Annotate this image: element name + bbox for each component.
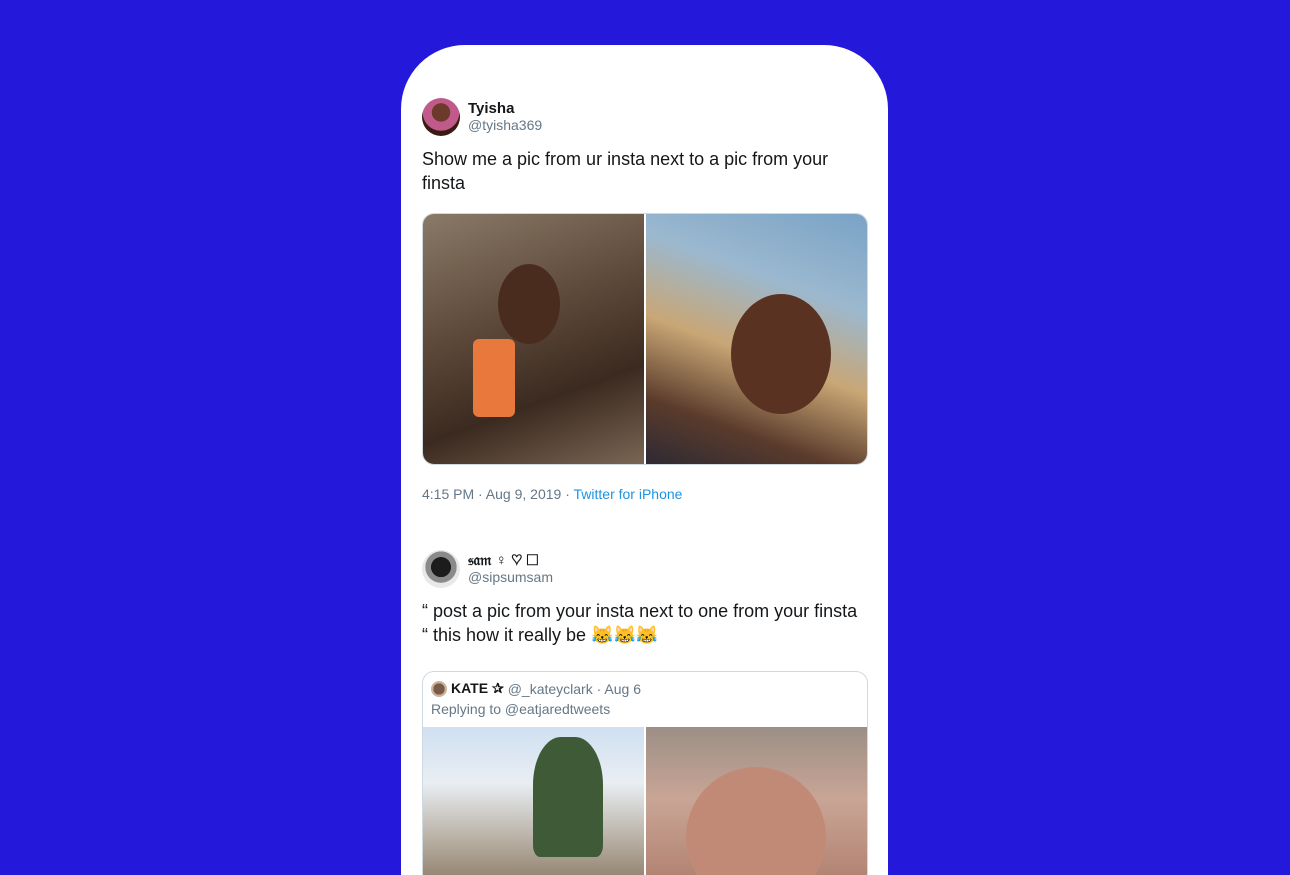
tweet-tyisha[interactable]: Tyisha @tyisha369 Show me a pic from ur … — [422, 97, 868, 502]
avatar[interactable] — [422, 550, 460, 588]
display-name[interactable]: 𝔰𝔞𝔪 ♀ ♡ ☐ — [468, 552, 553, 569]
quoted-photo-finsta[interactable] — [644, 727, 867, 875]
timestamp[interactable]: 4:15 PM · Aug 9, 2019 · — [422, 486, 570, 502]
tweet-sam[interactable]: 𝔰𝔞𝔪 ♀ ♡ ☐ @sipsumsam “ post a pic from y… — [422, 549, 868, 875]
quoted-handle-date: @_kateyclark · Aug 6 — [507, 680, 641, 697]
display-name[interactable]: Tyisha — [468, 100, 542, 117]
tweet-header: 𝔰𝔞𝔪 ♀ ♡ ☐ @sipsumsam — [422, 549, 868, 589]
quoted-avatar — [431, 680, 447, 697]
tweet-text: Show me a pic from ur insta next to a pi… — [422, 149, 829, 193]
quoted-display-name: KATE ✰ — [451, 680, 504, 696]
handle[interactable]: @sipsumsam — [468, 569, 553, 586]
photo-finsta[interactable] — [644, 214, 867, 464]
avatar[interactable] — [422, 98, 460, 136]
tweet-meta: 4:15 PM · Aug 9, 2019 · Twitter for iPho… — [422, 486, 868, 502]
quoted-tweet[interactable]: KATE ✰ @_kateyclark · Aug 6 Replying to … — [422, 671, 868, 875]
quoted-media — [423, 727, 867, 875]
tweet-text: “ post a pic from your insta next to one… — [422, 601, 858, 645]
photo-insta[interactable] — [423, 214, 644, 464]
replying-to: Replying to @eatjaredtweets — [431, 701, 611, 717]
phone-frame: Tyisha @tyisha369 Show me a pic from ur … — [401, 45, 888, 875]
handle[interactable]: @tyisha369 — [468, 117, 542, 134]
quoted-photo-insta[interactable] — [423, 727, 644, 875]
phone-case-icon — [473, 339, 515, 417]
source-link[interactable]: Twitter for iPhone — [574, 486, 683, 502]
tweet-media — [422, 213, 868, 465]
tweet-header: Tyisha @tyisha369 — [422, 97, 868, 137]
